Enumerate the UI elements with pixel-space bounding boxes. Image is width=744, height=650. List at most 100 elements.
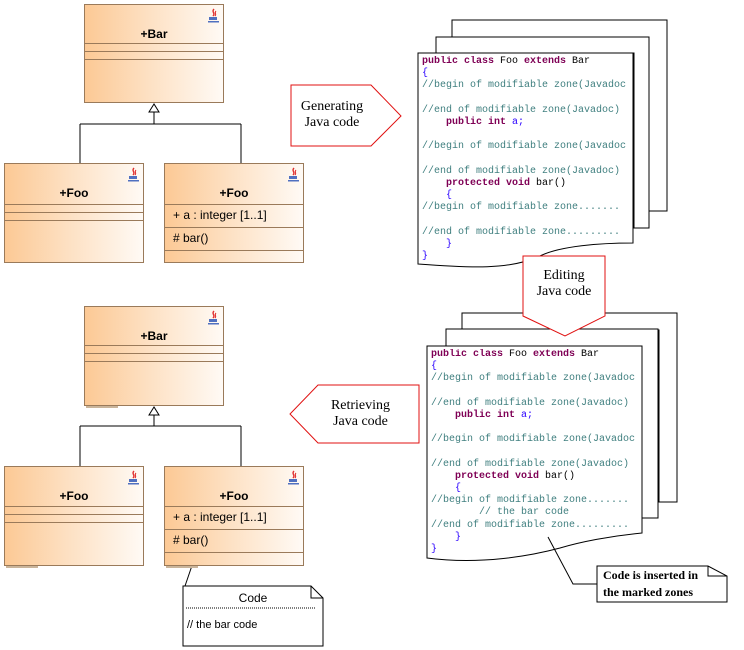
code-token: //begin of modifiable zone(Javadoc xyxy=(422,80,627,92)
code-token: //end of modifiable zone(Javadoc) xyxy=(431,458,630,470)
class-name: +Foo xyxy=(219,186,249,200)
code-line: //end of modifiable zone......... xyxy=(431,520,641,532)
top-code-listing: public class Foo extends Bar{//begin of … xyxy=(422,56,632,263)
code-line: //begin of modifiable zone(Javadoc xyxy=(422,80,632,92)
code-token: //end of modifiable zone(Javadoc) xyxy=(422,165,621,177)
generating-arrow-label: Generating Java code xyxy=(292,99,372,131)
code-line: public class Foo extends Bar xyxy=(431,349,641,361)
class-name: +Bar xyxy=(140,329,168,343)
code-token: public int xyxy=(422,116,513,128)
code-token: { xyxy=(431,483,462,495)
code-token: { xyxy=(431,361,438,373)
code-line: //end of modifiable zone(Javadoc) xyxy=(431,459,641,471)
code-token: } xyxy=(422,251,429,262)
java-icon xyxy=(208,310,219,325)
label-line: Generating xyxy=(300,99,364,114)
class-name: +Foo xyxy=(59,489,89,503)
code-line: //end of modifiable zone(Javadoc) xyxy=(431,398,641,410)
bottom-bar-class[interactable]: +Bar xyxy=(84,306,224,406)
code-line: //begin of modifiable zone(Javadoc xyxy=(422,141,632,153)
code-token: } xyxy=(431,531,462,543)
class-name: +Foo xyxy=(219,489,249,503)
top-inheritance-connector xyxy=(79,103,242,163)
code-token: protected void xyxy=(422,177,537,189)
code-note-body: // the bar code xyxy=(187,619,258,631)
code-line: { xyxy=(422,68,632,80)
code-token: { xyxy=(422,190,453,202)
label-line: Java code xyxy=(333,414,388,429)
operation-row[interactable]: # bar() xyxy=(173,533,208,547)
code-line: public class Foo extends Bar xyxy=(422,56,632,68)
code-token: //begin of modifiable zone(Javadoc xyxy=(422,141,627,153)
code-token: //end of modifiable zone......... xyxy=(431,519,630,531)
code-token: //begin of modifiable zone....... xyxy=(422,202,621,214)
attribute-row[interactable]: + a : integer [1..1] xyxy=(173,208,267,222)
code-token: Foo xyxy=(509,349,534,360)
top-foo-class-right[interactable]: +Foo + a : integer [1..1] # bar() xyxy=(164,163,304,263)
code-line: { xyxy=(431,483,641,495)
code-token: a; xyxy=(521,409,534,421)
code-line: { xyxy=(422,190,632,202)
class-shadow xyxy=(86,406,118,408)
class-shadow xyxy=(6,566,38,568)
code-line: //end of modifiable zone(Javadoc) xyxy=(422,166,632,178)
java-icon xyxy=(288,470,299,485)
code-line: { xyxy=(431,361,641,373)
code-token: //end of modifiable zone(Javadoc) xyxy=(431,397,630,409)
code-line: public int a; xyxy=(422,117,632,129)
java-icon xyxy=(208,8,219,23)
code-token: Foo xyxy=(500,56,525,67)
code-token: protected void xyxy=(431,470,546,482)
code-token: a; xyxy=(512,116,525,128)
code-note-title: Code xyxy=(238,591,268,605)
code-line: //begin of modifiable zone(Javadoc xyxy=(431,434,641,446)
code-line: //begin of modifiable zone....... xyxy=(422,202,632,214)
label-line: Editing xyxy=(543,268,585,283)
top-foo-class-left[interactable]: +Foo xyxy=(4,163,144,263)
operation-row[interactable]: # bar() xyxy=(173,231,208,245)
code-token: //begin of modifiable zone....... xyxy=(431,495,630,507)
class-shadow xyxy=(166,566,198,568)
code-line: //end of modifiable zone......... xyxy=(422,227,632,239)
code-line: public int a; xyxy=(431,410,641,422)
code-token: // the bar code xyxy=(431,507,570,519)
code-line: } xyxy=(431,544,641,556)
code-line: //begin of modifiable zone(Javadoc xyxy=(431,373,641,385)
code-token: Bar xyxy=(581,349,600,360)
code-line: protected void bar() xyxy=(422,178,632,190)
callout-line: the marked zones xyxy=(603,585,693,599)
label-line: Java code xyxy=(536,284,592,299)
code-token: public int xyxy=(431,409,522,421)
top-bar-class[interactable]: +Bar xyxy=(84,4,224,103)
bottom-foo-class-right[interactable]: +Foo + a : integer [1..1] # bar() xyxy=(164,466,304,566)
code-token: //end of modifiable zone......... xyxy=(422,226,621,238)
bottom-foo-class-left[interactable]: +Foo xyxy=(4,466,144,566)
code-token: { xyxy=(422,68,429,80)
retrieving-arrow-label: Retrieving Java code xyxy=(318,398,403,430)
code-line: //begin of modifiable zone....... xyxy=(431,495,641,507)
callout-line: Code is inserted in xyxy=(603,568,699,582)
code-token: extends xyxy=(524,56,573,67)
code-token: public class xyxy=(422,56,501,67)
bottom-code-listing: public class Foo extends Bar{//begin of … xyxy=(431,349,641,556)
attribute-row[interactable]: + a : integer [1..1] xyxy=(173,510,267,524)
code-token: bar() xyxy=(536,177,567,189)
code-line: } xyxy=(422,239,632,251)
code-line: } xyxy=(422,251,632,263)
code-token: } xyxy=(431,544,438,555)
code-token: //begin of modifiable zone(Javadoc xyxy=(431,434,636,446)
java-icon xyxy=(288,167,299,182)
code-token: Bar xyxy=(572,56,591,67)
class-name: +Foo xyxy=(59,186,89,200)
code-line: //end of modifiable zone(Javadoc) xyxy=(422,105,632,117)
callout-text: Code is inserted in the marked zones xyxy=(603,567,698,601)
bottom-inheritance-connector xyxy=(79,406,242,466)
label-line: Retrieving xyxy=(330,398,391,413)
code-token: //begin of modifiable zone(Javadoc xyxy=(431,373,636,385)
